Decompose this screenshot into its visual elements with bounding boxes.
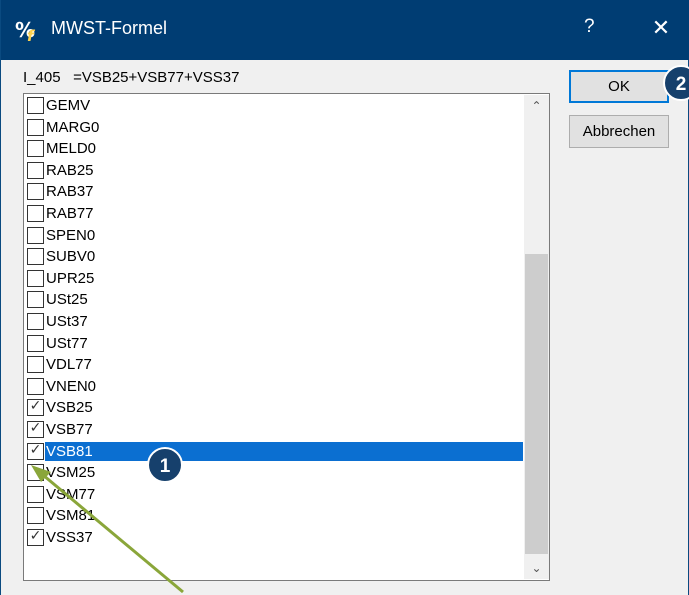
item-label: VSM77 [46,485,96,503]
item-label: VSB81 [44,440,524,462]
list-item[interactable]: ✓ VSS37 [25,527,525,548]
item-checkbox[interactable] [27,507,44,525]
item-label: VSM81 [46,507,96,525]
list-item[interactable]: VNEN0 [25,376,525,397]
formula-name: I_405 [23,69,61,86]
list-item[interactable]: USt77 [25,333,525,354]
checkmark-icon: ✓ [29,528,42,544]
list-item[interactable]: VSM81 [25,505,525,526]
item-label: MELD0 [46,140,97,158]
item-label: VSB25 [46,399,93,417]
list-item[interactable]: VSM25 [25,462,525,483]
cancel-button[interactable]: Abbrechen [569,115,669,148]
window-title: MWST-Formel [51,18,167,38]
item-checkbox[interactable] [27,118,44,136]
item-checkbox[interactable] [27,291,44,309]
list-item[interactable]: ✓ VSB81 [25,440,525,462]
item-checkbox[interactable] [27,226,44,244]
list-item[interactable]: RAB77 [25,203,525,224]
item-checkbox[interactable] [27,464,44,482]
item-label: SUBV0 [46,248,96,266]
list-item[interactable]: MELD0 [25,138,525,159]
list-item[interactable]: SUBV0 [25,246,525,267]
checkmark-icon: ✓ [29,398,42,415]
item-label: MARG0 [46,118,100,136]
dialog-window: % f MWST-Formel ? ✕ I_405 =VSB25+VSB77+VS… [0,0,689,595]
list-item[interactable]: ✓ VSB77 [25,419,525,440]
list-item[interactable]: RAB25 [25,160,525,181]
close-button[interactable]: ✕ [641,13,681,47]
scroll-up-button[interactable]: ⌃ [524,95,549,117]
item-label: RAB37 [46,183,94,201]
list-item[interactable]: RAB37 [25,181,525,202]
item-label: USt25 [46,291,88,309]
item-label: VSS37 [46,529,93,546]
ok-button[interactable]: OK [569,70,669,103]
item-label: SPEN0 [46,226,96,244]
item-checkbox[interactable] [27,248,44,266]
vertical-scrollbar[interactable]: ⌃ ⌄ [524,95,549,579]
list-item[interactable]: USt25 [25,289,525,310]
formula-icon: % f [15,18,36,45]
item-checkbox[interactable] [27,356,44,374]
variable-listbox[interactable]: GEMV MARG0 MELD0 RAB25 RAB37 RAB77 SPEN0 SUBV0 U… [23,93,550,581]
item-checkbox[interactable] [27,377,44,395]
item-label: GEMV [46,97,91,114]
item-checkbox[interactable] [27,97,44,114]
annotation-badge-1: 1 [147,447,183,483]
checkmark-icon: ✓ [29,420,42,436]
item-checkbox[interactable] [27,334,44,352]
checkmark-icon: ✓ [29,441,42,458]
list-item[interactable]: SPEN0 [25,225,525,246]
item-label: UPR25 [46,269,95,287]
title-bar[interactable]: % f MWST-Formel ? ✕ [1,0,689,60]
item-checkbox[interactable] [27,205,44,222]
item-checkbox[interactable] [27,161,44,179]
item-checkbox[interactable] [27,485,44,503]
item-label: VSM25 [46,464,96,482]
item-checkbox[interactable]: ✓ [27,420,44,438]
item-checkbox[interactable] [27,313,44,330]
list-item[interactable]: USt37 [25,311,525,332]
item-label: USt37 [46,313,88,330]
list-item[interactable]: ✓ VSB25 [25,397,525,418]
list-item[interactable]: GEMV [25,95,525,116]
item-label: USt77 [46,334,88,352]
item-label: VNEN0 [46,377,97,395]
item-checkbox[interactable] [27,269,44,287]
item-label: VSB77 [46,421,93,438]
item-checkbox[interactable] [27,140,44,158]
list-item[interactable]: UPR25 [25,268,525,289]
item-checkbox[interactable]: ✓ [27,528,44,546]
list-item[interactable]: MARG0 [25,117,525,138]
item-checkbox[interactable] [27,183,44,201]
formula-line: I_405 =VSB25+VSB77+VSS37 [23,69,239,86]
item-label: RAB25 [46,161,94,179]
list-item[interactable]: VSM77 [25,484,525,505]
item-checkbox[interactable]: ✓ [27,398,44,417]
scroll-thumb[interactable] [525,254,548,554]
item-label: VDL77 [46,356,92,374]
formula-expression: =VSB25+VSB77+VSS37 [73,69,240,86]
item-checkbox[interactable]: ✓ [27,441,44,460]
help-button[interactable]: ? [584,16,595,38]
item-label: RAB77 [46,205,94,222]
list-item[interactable]: VDL77 [25,354,525,375]
scroll-down-button[interactable]: ⌄ [524,557,549,579]
